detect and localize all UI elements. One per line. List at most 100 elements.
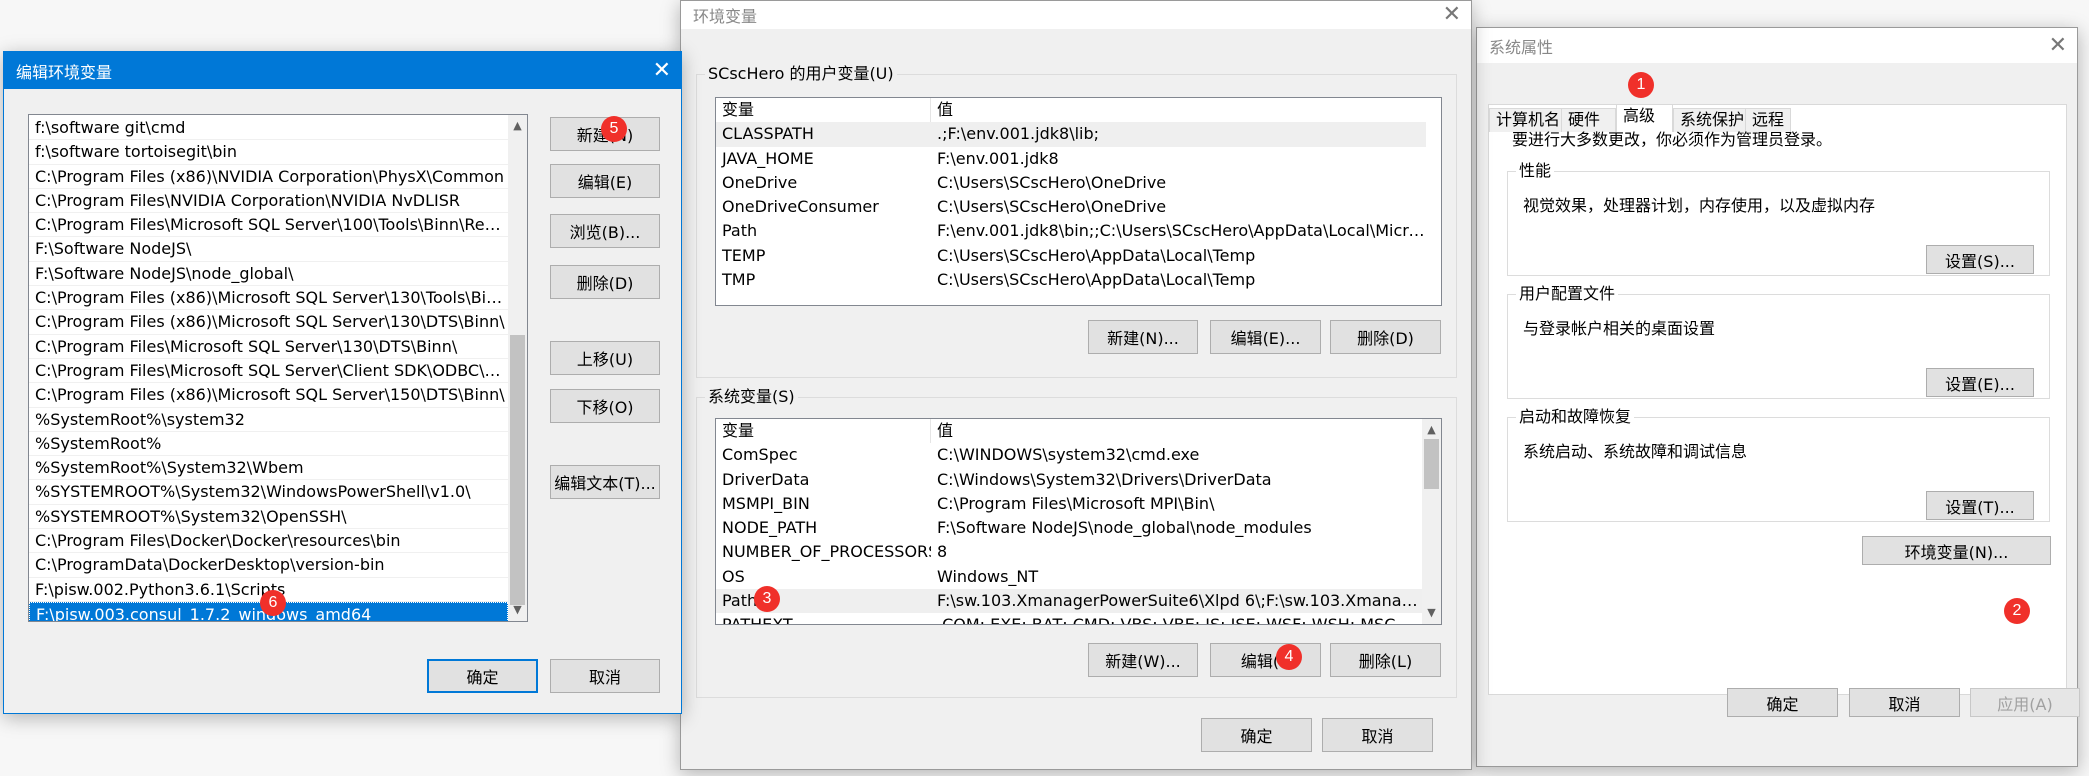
variable-row[interactable]: OS Windows_NT bbox=[716, 565, 1422, 589]
ok-button[interactable]: 确定 bbox=[1727, 688, 1838, 717]
variable-row[interactable]: Path F:\env.001.jdk8\bin;;C:\Users\SCscHe… bbox=[716, 219, 1426, 243]
variable-row[interactable]: DriverData C:\Windows\System32\Drivers\Dr… bbox=[716, 468, 1422, 492]
user-profile-title: 用户配置文件 bbox=[1516, 284, 1619, 304]
path-entry[interactable]: F:\Software NodeJS\ bbox=[29, 237, 508, 262]
variable-row[interactable]: OneDrive C:\Users\SCscHero\OneDrive bbox=[716, 171, 1426, 195]
close-icon[interactable]: ✕ bbox=[1443, 4, 1461, 26]
path-entry[interactable]: C:\Program Files\Microsoft SQL Server\10… bbox=[29, 213, 508, 238]
system-new-button[interactable]: 新建(W)... bbox=[1088, 643, 1198, 677]
ok-button[interactable]: 确定 bbox=[427, 659, 538, 693]
cancel-button[interactable]: 取消 bbox=[1322, 718, 1433, 752]
path-entry[interactable]: f:\software git\cmd bbox=[29, 116, 508, 141]
step-badge-5: 5 bbox=[601, 116, 627, 142]
variable-row[interactable]: CLASSPATH .;F:\env.001.jdk8\lib; bbox=[716, 122, 1426, 147]
variable-name: TMP bbox=[722, 270, 756, 290]
variable-name: NUMBER_OF_PROCESSORS bbox=[722, 542, 931, 562]
user-variables-title: SCscHero 的用户变量(U) bbox=[705, 64, 897, 84]
variable-row[interactable]: TMP C:\Users\SCscHero\AppData\Local\Temp bbox=[716, 268, 1426, 292]
path-entry[interactable]: f:\software tortoisegit\bin bbox=[29, 140, 508, 165]
variable-name: OS bbox=[722, 566, 745, 586]
close-icon[interactable]: ✕ bbox=[653, 59, 671, 82]
path-entry[interactable]: %SYSTEMROOT%\System32\OpenSSH\ bbox=[29, 505, 508, 530]
startup-recovery-title: 启动和故障恢复 bbox=[1516, 407, 1635, 427]
variable-value: F:\env.001.jdk8\bin;;C:\Users\SCscHero\A… bbox=[937, 221, 1426, 241]
path-entry[interactable]: %SystemRoot%\System32\Wbem bbox=[29, 456, 508, 481]
path-entry[interactable]: C:\Program Files (x86)\Microsoft SQL Ser… bbox=[29, 383, 508, 408]
dialog-title: 环境变量 bbox=[693, 7, 758, 26]
variable-value: C:\Users\SCscHero\AppData\Local\Temp bbox=[937, 270, 1256, 290]
variable-row[interactable]: MSMPI_BIN C:\Program Files\Microsoft MPI\… bbox=[716, 492, 1422, 516]
variable-row[interactable]: Path F:\sw.103.XmanagerPowerSuite6\Xlpd 6… bbox=[716, 589, 1422, 614]
variable-value: Windows_NT bbox=[937, 566, 1039, 586]
scroll-down-icon[interactable]: ▼ bbox=[1422, 604, 1441, 622]
variable-value: .COM;.EXE;.BAT;.CMD;.VBS;.VBE;.JS;.JSE;.… bbox=[937, 615, 1396, 625]
path-entry[interactable]: C:\Program Files (x86)\Microsoft SQL Ser… bbox=[29, 310, 508, 335]
path-entry[interactable]: C:\Program Files\NVIDIA Corporation\NVID… bbox=[29, 189, 508, 214]
table-header: 变量 值 bbox=[716, 98, 1426, 123]
scroll-down-icon[interactable]: ▼ bbox=[508, 601, 527, 619]
delete-button[interactable]: 删除(D) bbox=[550, 265, 660, 299]
cancel-button[interactable]: 取消 bbox=[550, 659, 660, 693]
user-delete-button[interactable]: 删除(D) bbox=[1330, 320, 1441, 354]
system-edit-button[interactable]: 编辑(I) bbox=[1210, 643, 1321, 677]
browse-button[interactable]: 浏览(B)... bbox=[550, 214, 660, 248]
path-entry[interactable]: C:\Program Files\Docker\Docker\resources… bbox=[29, 529, 508, 554]
variable-name: Path bbox=[722, 221, 758, 241]
user-new-button[interactable]: 新建(N)... bbox=[1088, 320, 1198, 354]
variable-value: .;F:\env.001.jdk8\lib; bbox=[937, 124, 1100, 144]
user-variables-group: SCscHero 的用户变量(U) 变量 值 CLASSPATH .;F:\env… bbox=[696, 64, 1457, 378]
column-header-variable[interactable]: 变量 bbox=[716, 419, 931, 444]
scroll-up-icon[interactable]: ▲ bbox=[508, 117, 527, 135]
path-entry[interactable]: %SystemRoot%\system32 bbox=[29, 408, 508, 432]
scroll-thumb[interactable] bbox=[1424, 439, 1439, 489]
startup-recovery-settings-button[interactable]: 设置(T)... bbox=[1926, 491, 2034, 520]
path-entry[interactable]: C:\Program Files (x86)\NVIDIA Corporatio… bbox=[29, 165, 508, 189]
user-profile-settings-button[interactable]: 设置(E)... bbox=[1926, 368, 2034, 397]
variable-value: F:\sw.103.XmanagerPowerSuite6\Xlpd 6\;F:… bbox=[937, 591, 1422, 611]
column-header-variable[interactable]: 变量 bbox=[716, 98, 931, 123]
system-variables-title: 系统变量(S) bbox=[705, 387, 798, 407]
variable-name: PATHEXT bbox=[722, 615, 793, 625]
variable-row[interactable]: NUMBER_OF_PROCESSORS 8 bbox=[716, 540, 1422, 564]
path-entry[interactable]: C:\Program Files\Microsoft SQL Server\13… bbox=[29, 335, 508, 359]
variable-name: JAVA_HOME bbox=[722, 148, 814, 168]
edit-button[interactable]: 编辑(E) bbox=[550, 164, 660, 198]
path-entry[interactable]: F:\Software NodeJS\node_global\ bbox=[29, 262, 508, 287]
variable-row[interactable]: OneDriveConsumer C:\Users\SCscHero\OneDri… bbox=[716, 195, 1426, 219]
user-profile-group: 用户配置文件 与登录帐户相关的桌面设置 设置(E)... bbox=[1507, 284, 2050, 399]
user-edit-button[interactable]: 编辑(E)... bbox=[1210, 320, 1321, 354]
variable-row[interactable]: TEMP C:\Users\SCscHero\AppData\Local\Temp bbox=[716, 244, 1426, 268]
variable-name: Path bbox=[722, 591, 758, 611]
variable-row[interactable]: JAVA_HOME F:\env.001.jdk8 bbox=[716, 147, 1426, 171]
move-up-button[interactable]: 上移(U) bbox=[550, 341, 660, 375]
variable-row[interactable]: NODE_PATH F:\Software NodeJS\node_global\… bbox=[716, 516, 1422, 540]
scroll-thumb[interactable] bbox=[510, 335, 525, 605]
path-entry[interactable]: C:\Program Files (x86)\Microsoft SQL Ser… bbox=[29, 286, 508, 311]
apply-button[interactable]: 应用(A) bbox=[1970, 688, 2080, 717]
variable-row[interactable]: ComSpec C:\WINDOWS\system32\cmd.exe bbox=[716, 443, 1422, 467]
move-down-button[interactable]: 下移(O) bbox=[550, 389, 660, 423]
performance-settings-button[interactable]: 设置(S)... bbox=[1926, 245, 2034, 274]
path-entries-list[interactable]: f:\software git\cmd f:\software tortoiseg… bbox=[28, 114, 528, 622]
close-icon[interactable]: ✕ bbox=[2049, 34, 2067, 57]
system-delete-button[interactable]: 删除(L) bbox=[1330, 643, 1441, 677]
path-entry[interactable]: %SystemRoot% bbox=[29, 432, 508, 457]
step-badge-2: 2 bbox=[2004, 598, 2030, 624]
path-entry[interactable]: C:\Program Files\Microsoft SQL Server\Cl… bbox=[29, 359, 508, 384]
environment-variables-button[interactable]: 环境变量(N)... bbox=[1862, 536, 2051, 565]
dialog-title: 系统属性 bbox=[1489, 37, 1554, 57]
ok-button[interactable]: 确定 bbox=[1201, 718, 1312, 752]
path-entry[interactable]: %SYSTEMROOT%\System32\WindowsPowerShell\… bbox=[29, 480, 508, 505]
column-header-value[interactable]: 值 bbox=[931, 419, 1422, 443]
path-entry[interactable]: C:\ProgramData\DockerDesktop\version-bin bbox=[29, 553, 508, 578]
variable-name: CLASSPATH bbox=[722, 124, 814, 144]
variable-row[interactable]: PATHEXT .COM;.EXE;.BAT;.CMD;.VBS;.VBE;.JS… bbox=[716, 613, 1422, 625]
cancel-button[interactable]: 取消 bbox=[1849, 688, 1960, 717]
scroll-up-icon[interactable]: ▲ bbox=[1422, 421, 1441, 439]
edit-text-button[interactable]: 编辑文本(T)... bbox=[550, 465, 660, 499]
column-header-value[interactable]: 值 bbox=[931, 98, 1426, 122]
system-variables-table[interactable]: 变量 值 ComSpec C:\WINDOWS\system32\cmd.exe D… bbox=[715, 418, 1442, 625]
scrollbar[interactable]: ▲ ▼ bbox=[1422, 419, 1441, 624]
user-variables-table[interactable]: 变量 值 CLASSPATH .;F:\env.001.jdk8\lib; JAVA… bbox=[715, 97, 1442, 306]
scrollbar[interactable]: ▲ ▼ bbox=[508, 115, 527, 621]
